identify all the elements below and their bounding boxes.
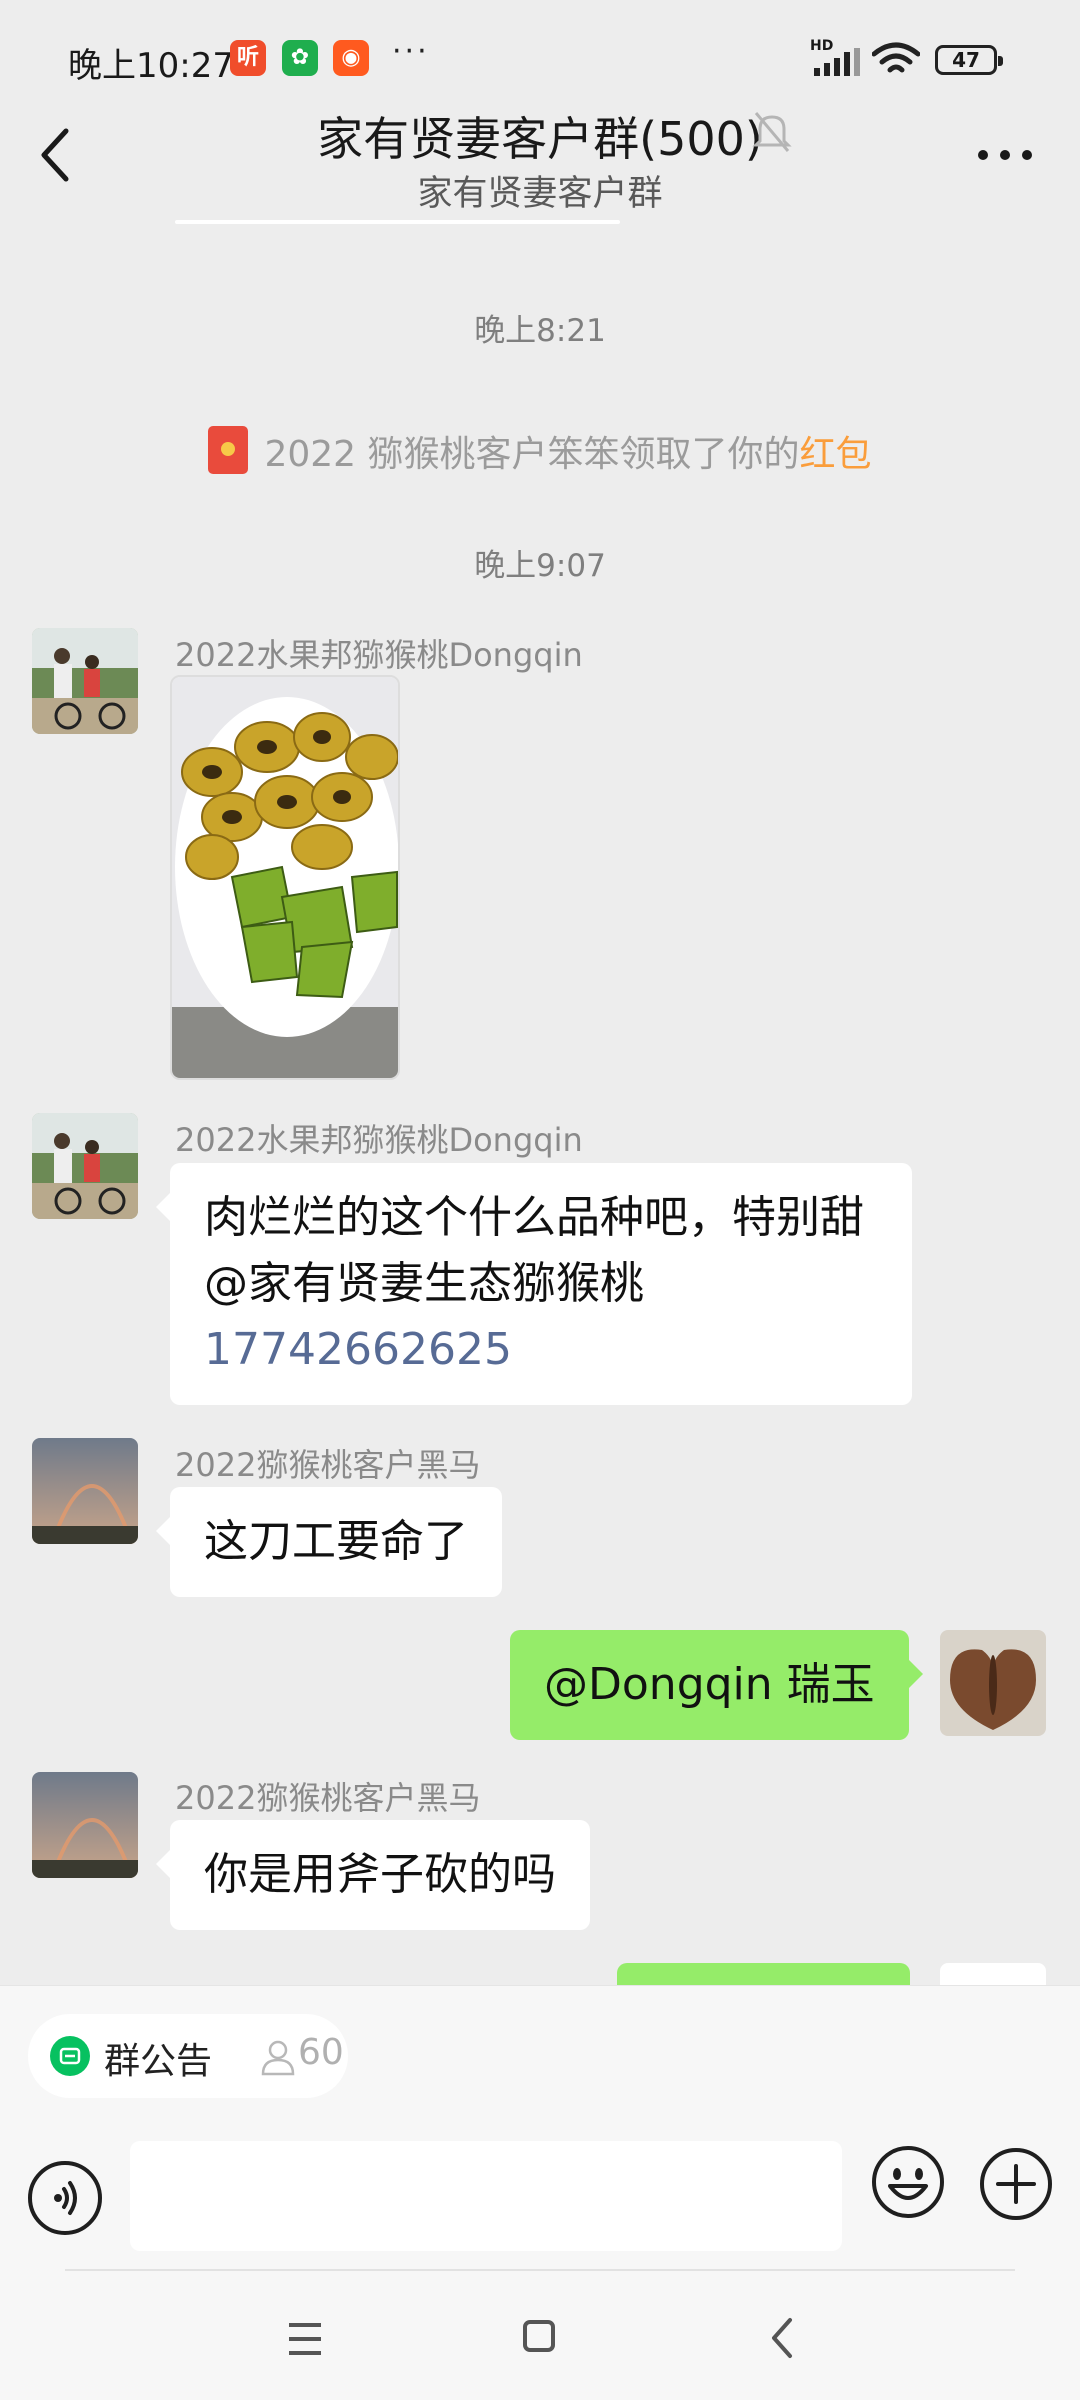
mute-bell-icon (752, 112, 792, 152)
chat-message-list[interactable]: 晚上8:21 2022 猕猴桃客户笨笨领取了你的红包 晚上9:07 2022水果… (0, 225, 1080, 1985)
message-bubble[interactable]: 你是用斧子砍的吗 (156, 1820, 590, 1930)
header-separator (175, 220, 620, 224)
mention-text: @家有贤妻生态猕猴桃 (204, 1258, 644, 1309)
ting-app-icon: 听 (230, 40, 266, 76)
voice-icon (54, 2181, 77, 2215)
timestamp-label: 晚上9:07 (474, 548, 606, 584)
my-message-bubble[interactable] (617, 1963, 910, 1985)
emoji-button-icon[interactable] (870, 2144, 946, 2220)
message-text: 你是用斧子砍的吗 (204, 1849, 556, 1900)
message-text: 肉烂烂的这个什么品种吧，特别甜 (204, 1192, 864, 1243)
status-bar: 晚上10:27 听 ✿ ◉ ··· HD 47 (0, 0, 1080, 110)
member-count: 60 (298, 2032, 344, 2073)
chat-subtitle: 家有贤妻客户群 (417, 174, 663, 214)
wifi-icon (872, 42, 920, 73)
message-bubble[interactable]: 这刀工要命了 (156, 1487, 502, 1597)
chat-title: 家有贤妻客户群(500) (317, 112, 763, 166)
plus-button-icon[interactable] (978, 2146, 1054, 2222)
nav-menu-icon[interactable] (285, 2321, 325, 2357)
nav-home-icon[interactable] (522, 2319, 556, 2353)
kiwi-photo-message[interactable] (170, 675, 400, 1080)
status-time: 晚上10:27 (68, 46, 234, 86)
message-input[interactable] (130, 2141, 842, 2251)
divider (65, 2269, 1015, 2271)
voice-input-button[interactable] (28, 2161, 102, 2235)
message-text: 这刀工要命了 (204, 1516, 468, 1567)
message-bubble[interactable]: 肉烂烂的这个什么品种吧，特别甜 @家有贤妻生态猕猴桃 17742662625 (156, 1163, 912, 1405)
more-notifications-icon: ··· (392, 34, 430, 69)
chat-header: 家有贤妻客户群(500) 家有贤妻客户群 (0, 95, 1080, 220)
leaf-app-icon: ✿ (282, 40, 318, 76)
member-icon (261, 2040, 295, 2076)
sender-name: 2022水果邦猕猴桃Dongqin (175, 1121, 583, 1159)
battery-icon: 47 (935, 45, 1003, 75)
my-avatar[interactable] (940, 1630, 1046, 1736)
kuaishou-app-icon: ◉ (333, 40, 369, 76)
avatar[interactable] (32, 1113, 138, 1219)
nav-back-icon[interactable] (768, 2316, 796, 2360)
timestamp-label: 晚上8:21 (474, 313, 606, 349)
avatar[interactable] (32, 1438, 138, 1544)
more-options-icon[interactable] (975, 140, 1035, 170)
red-envelope-icon (208, 426, 249, 474)
sender-name: 2022猕猴桃客户黑马 (175, 1779, 481, 1817)
avatar[interactable] (32, 1772, 138, 1878)
message-text: @Dongqin 瑞玉 (544, 1659, 875, 1710)
notice-icon (50, 2036, 90, 2076)
group-notice-chip[interactable]: 群公告 60 (28, 2014, 348, 2098)
redpacket-link[interactable]: 红包 (800, 434, 872, 475)
avatar[interactable] (32, 628, 138, 734)
my-avatar[interactable] (940, 1963, 1046, 1985)
redpacket-system-message: 2022 猕猴桃客户笨笨领取了你的红包 (0, 425, 1080, 477)
group-notice-label: 群公告 (104, 2041, 213, 2082)
phone-number-link[interactable]: 17742662625 (204, 1317, 878, 1383)
signal-icon (814, 48, 860, 76)
sender-name: 2022猕猴桃客户黑马 (175, 1446, 481, 1484)
sender-name: 2022水果邦猕猴桃Dongqin (175, 636, 583, 674)
input-panel: 群公告 60 (0, 1985, 1080, 2400)
my-message-bubble[interactable]: @Dongqin 瑞玉 (510, 1630, 923, 1740)
